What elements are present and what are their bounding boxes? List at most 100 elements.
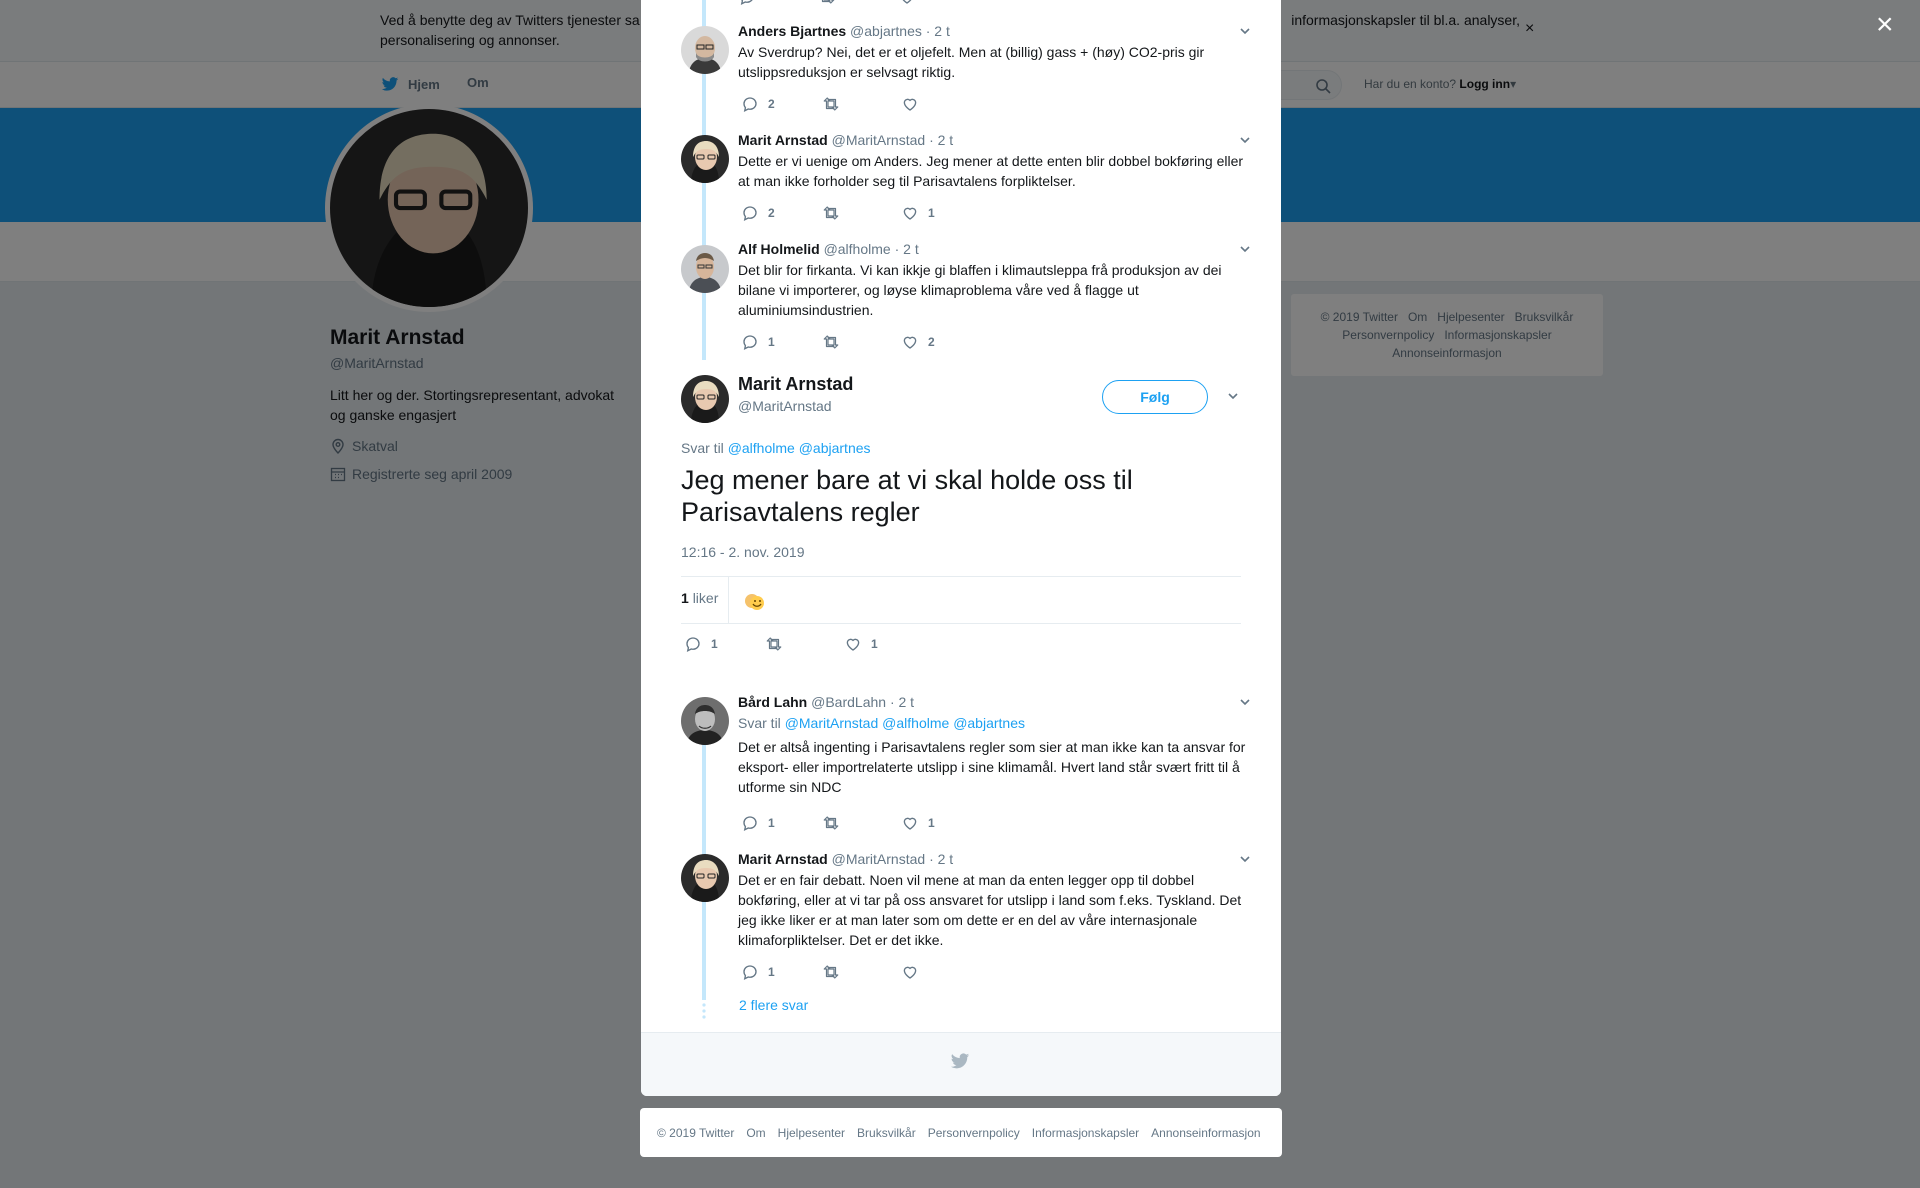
twitter-bird-icon <box>949 1051 971 1071</box>
author-handle[interactable]: @abjartnes <box>850 23 922 39</box>
tweet-time[interactable]: · 2 t <box>926 23 950 39</box>
main-tweet-timestamp[interactable]: 12:16 - 2. nov. 2019 <box>681 544 805 560</box>
retweet-button[interactable] <box>821 333 901 351</box>
author-name[interactable]: Bård Lahn <box>738 694 807 710</box>
reply-to: Svar til @MaritArnstad @alfholme @abjart… <box>738 715 1258 731</box>
footer-link-ads[interactable]: Annonseinformasjon <box>1151 1126 1260 1140</box>
footer-link-about[interactable]: Om <box>746 1126 765 1140</box>
like-button[interactable] <box>901 95 981 113</box>
reply-count: 1 <box>768 335 775 349</box>
reply-tweet[interactable]: Marit Arnstad @MaritArnstad · 2 t Dette … <box>738 131 1258 191</box>
mention-link[interactable]: @abjartnes <box>799 440 871 456</box>
avatar[interactable] <box>681 245 729 293</box>
chevron-down-icon[interactable] <box>1238 24 1252 38</box>
main-tweet-text: Jeg mener bare at vi skal holde oss til … <box>681 465 1133 527</box>
tweet-time[interactable]: · 2 t <box>890 694 914 710</box>
reply-button[interactable]: 1 <box>741 333 821 351</box>
retweet-button[interactable] <box>821 204 901 222</box>
like-icon[interactable] <box>898 0 916 6</box>
main-tweet-author-name[interactable]: Marit Arnstad <box>738 374 853 395</box>
tweet-text: Av Sverdrup? Nei, det er et oljefelt. Me… <box>738 44 1205 80</box>
chevron-down-icon[interactable] <box>1238 852 1252 866</box>
reply-tweet[interactable]: Bård Lahn @BardLahn · 2 t Svar til @Mari… <box>738 693 1258 797</box>
reply-button[interactable]: 2 <box>741 95 821 113</box>
reply-button[interactable]: 1 <box>684 635 764 653</box>
tweet-text: Det er en fair debatt. Noen vil mene at … <box>738 872 1242 948</box>
like-count: 1 <box>928 206 935 220</box>
avatar-image <box>681 375 729 423</box>
tweet-time[interactable]: · 2 t <box>929 851 953 867</box>
modal-footer <box>641 1032 1281 1096</box>
tweet-header: Bård Lahn @BardLahn · 2 t <box>738 693 1258 711</box>
retweet-button[interactable] <box>821 963 901 981</box>
footer-link-terms[interactable]: Bruksvilkår <box>857 1126 916 1140</box>
reply-icon[interactable] <box>738 0 756 6</box>
reply-button[interactable]: 1 <box>741 963 821 981</box>
avatar[interactable] <box>681 854 729 902</box>
more-replies-link[interactable]: 2 flere svar <box>739 997 808 1013</box>
main-tweet-actions: 1 1 <box>684 635 924 653</box>
main-tweet-author-handle[interactable]: @MaritArnstad <box>738 398 832 414</box>
footer-link-cookies[interactable]: Informasjonskapsler <box>1032 1126 1139 1140</box>
mention-link[interactable]: @MaritArnstad <box>785 715 879 731</box>
like-button[interactable] <box>901 963 981 981</box>
retweet-icon[interactable] <box>818 0 836 6</box>
close-icon[interactable]: × <box>1876 10 1894 40</box>
footer-link-privacy[interactable]: Personvernpolicy <box>928 1126 1020 1140</box>
like-button[interactable]: 1 <box>901 814 981 832</box>
main-tweet-avatar[interactable] <box>681 375 729 423</box>
retweet-icon <box>821 95 841 113</box>
tweet-actions: 1 2 <box>741 333 981 351</box>
author-name[interactable]: Anders Bjartnes <box>738 23 846 39</box>
author-handle[interactable]: @alfholme <box>824 241 891 257</box>
chevron-down-icon[interactable] <box>1238 242 1252 256</box>
retweet-button[interactable] <box>821 95 901 113</box>
tweet-stats: 1 liker <box>681 576 1241 624</box>
tweet-time[interactable]: · 2 t <box>895 241 919 257</box>
retweet-icon <box>821 814 841 832</box>
likes-stat-count: 1 <box>681 590 689 606</box>
reply-count: 2 <box>768 97 775 111</box>
author-name[interactable]: Alf Holmelid <box>738 241 820 257</box>
bottom-footer: © 2019 Twitter Om Hjelpesenter Bruksvilk… <box>640 1108 1282 1157</box>
avatar[interactable] <box>681 135 729 183</box>
mention-link[interactable]: @alfholme <box>728 440 795 456</box>
author-name[interactable]: Marit Arnstad <box>738 851 828 867</box>
like-icon <box>901 963 919 981</box>
author-handle[interactable]: @MaritArnstad <box>832 132 926 148</box>
avatar[interactable] <box>681 697 729 745</box>
tweet-header: Marit Arnstad @MaritArnstad · 2 t <box>738 131 1258 149</box>
thread-dots-icon <box>702 1003 706 1019</box>
tweet-actions: 2 1 <box>741 204 981 222</box>
chevron-down-icon[interactable] <box>1238 695 1252 709</box>
avatar-image <box>681 245 729 293</box>
reply-to-label: Svar til <box>738 715 781 731</box>
reply-count: 1 <box>768 816 775 830</box>
like-button[interactable]: 1 <box>844 635 924 653</box>
chevron-down-icon[interactable] <box>1226 389 1240 403</box>
tweet-time[interactable]: · 2 t <box>929 132 953 148</box>
follow-button[interactable]: Følg <box>1102 380 1208 414</box>
liker-avatar-icon[interactable] <box>743 591 767 613</box>
avatar-image <box>681 854 729 902</box>
avatar[interactable] <box>681 26 729 74</box>
footer-link-help[interactable]: Hjelpesenter <box>778 1126 845 1140</box>
reply-tweet[interactable]: Anders Bjartnes @abjartnes · 2 t Av Sver… <box>738 22 1258 82</box>
chevron-down-icon[interactable] <box>1238 133 1252 147</box>
mention-link[interactable]: @alfholme <box>882 715 949 731</box>
reply-button[interactable]: 2 <box>741 204 821 222</box>
retweet-button[interactable] <box>764 635 844 653</box>
like-button[interactable]: 2 <box>901 333 981 351</box>
retweet-button[interactable] <box>821 814 901 832</box>
author-handle[interactable]: @BardLahn <box>811 694 886 710</box>
author-handle[interactable]: @MaritArnstad <box>832 851 926 867</box>
tweet-header: Alf Holmelid @alfholme · 2 t <box>738 240 1258 258</box>
author-name[interactable]: Marit Arnstad <box>738 132 828 148</box>
mention-link[interactable]: @abjartnes <box>953 715 1025 731</box>
like-icon <box>901 814 919 832</box>
reply-tweet[interactable]: Marit Arnstad @MaritArnstad · 2 t Det er… <box>738 850 1258 950</box>
like-button[interactable]: 1 <box>901 204 981 222</box>
reply-tweet[interactable]: Alf Holmelid @alfholme · 2 t Det blir fo… <box>738 240 1258 320</box>
likes-stat[interactable]: 1 liker <box>681 590 718 606</box>
reply-button[interactable]: 1 <box>741 814 821 832</box>
